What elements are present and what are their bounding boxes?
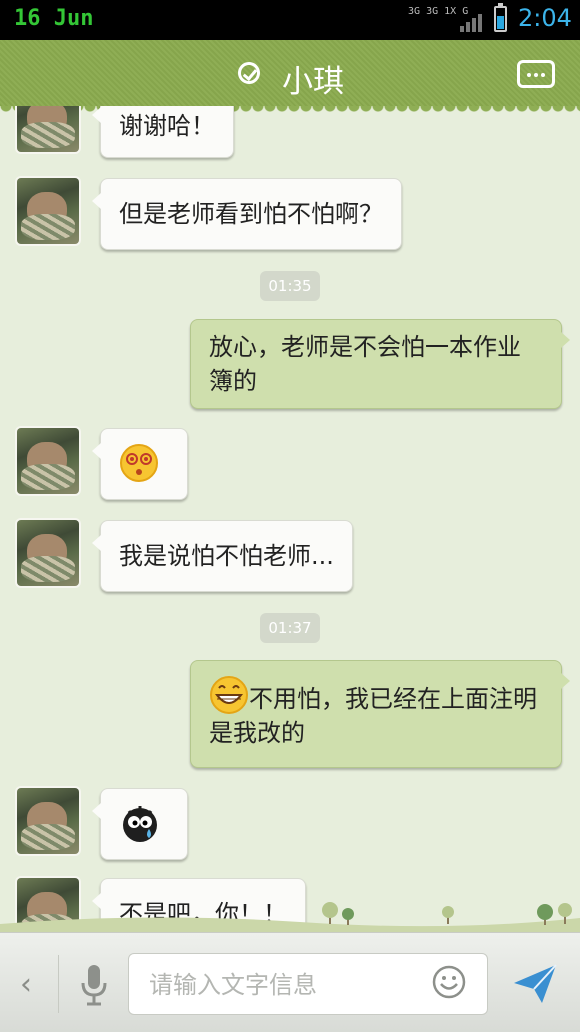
message-bubble-incoming[interactable]: 我是说怕不怕老师... bbox=[92, 520, 353, 592]
contact-avatar[interactable] bbox=[17, 106, 79, 152]
more-options-button[interactable] bbox=[517, 60, 555, 88]
message-bubble-incoming[interactable] bbox=[92, 788, 188, 860]
divider bbox=[58, 955, 59, 1013]
message-bubble-outgoing[interactable]: 放心，老师是不会怕一本作业簿的 bbox=[190, 319, 570, 409]
chevron-left-icon[interactable]: ‹ bbox=[20, 967, 32, 1002]
smiley-icon[interactable] bbox=[432, 965, 466, 999]
status-time: 2:04 bbox=[518, 4, 572, 32]
message-bubble-incoming[interactable]: 谢谢哈！ bbox=[92, 106, 234, 158]
status-date: 16 Jun bbox=[14, 6, 94, 31]
contact-avatar[interactable] bbox=[17, 178, 79, 244]
timestamp: 01:37 bbox=[260, 613, 320, 643]
dizzy-face-emoji bbox=[120, 444, 158, 482]
send-icon[interactable] bbox=[512, 963, 558, 1005]
contact-name[interactable]: 小琪 bbox=[282, 56, 344, 101]
battery-icon bbox=[494, 3, 507, 32]
grin-face-emoji bbox=[210, 676, 248, 714]
timestamp: 01:35 bbox=[260, 271, 320, 301]
crying-bug-emoji bbox=[123, 806, 157, 842]
contact-avatar[interactable] bbox=[17, 788, 79, 854]
message-input[interactable] bbox=[147, 966, 411, 1004]
check-circle-icon bbox=[238, 62, 260, 84]
message-bubble-incoming[interactable] bbox=[92, 428, 188, 500]
signal-icon bbox=[460, 12, 484, 32]
microphone-icon[interactable] bbox=[80, 963, 108, 1007]
message-bubble-incoming[interactable]: 但是老师看到怕不怕啊？ bbox=[92, 178, 402, 250]
message-bubble-outgoing[interactable]: 不用怕，我已经在上面注明是我改的 bbox=[190, 660, 570, 768]
contact-avatar[interactable] bbox=[17, 428, 79, 494]
input-bar: ‹ bbox=[0, 932, 580, 1032]
contact-avatar[interactable] bbox=[17, 520, 79, 586]
chat-messages[interactable]: 谢谢哈！ 但是老师看到怕不怕啊？ 01:35 放心，老师是不会怕一本作业簿的 我… bbox=[0, 106, 580, 932]
status-bar: 16 Jun 3G 3G 1X G 2:04 bbox=[0, 0, 580, 40]
landscape-decoration bbox=[0, 902, 580, 932]
